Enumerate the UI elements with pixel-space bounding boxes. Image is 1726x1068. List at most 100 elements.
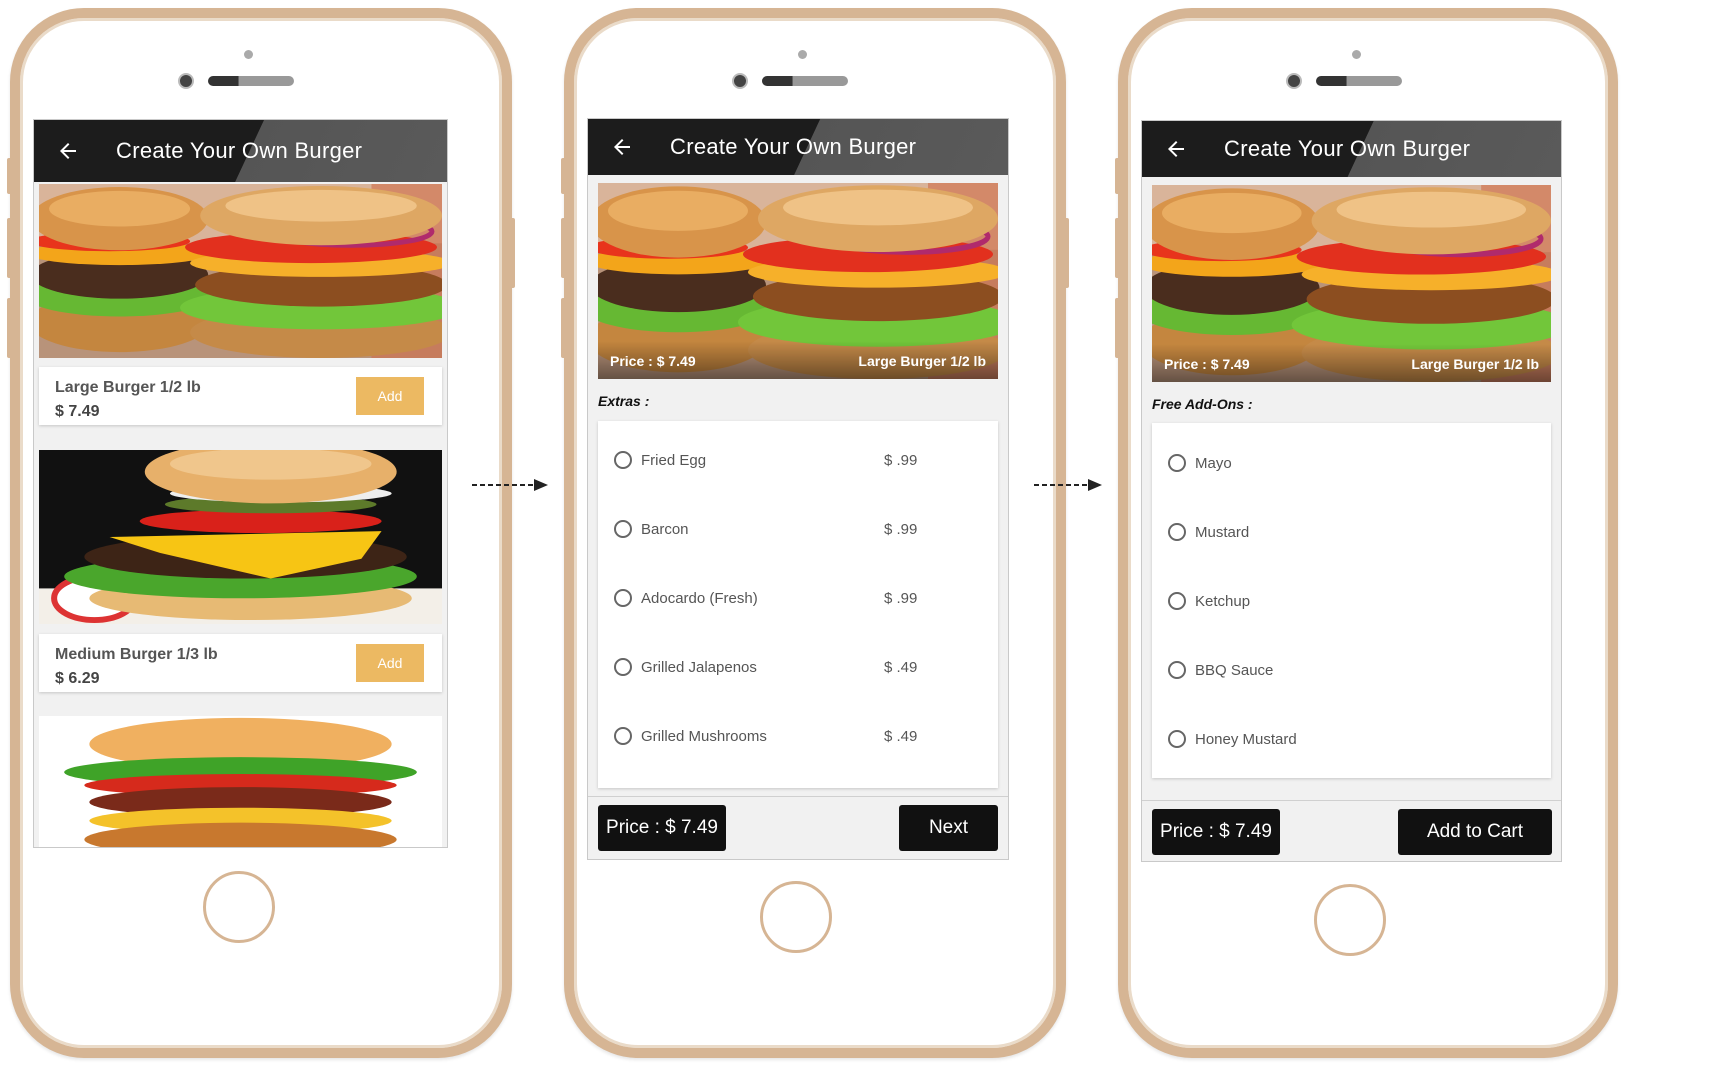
bottom-action-bar: Price : $ 7.49 Add to Cart bbox=[1142, 800, 1561, 861]
addons-options-card: Mayo Mustard Ketchup BBQ Sauce Honey Mus… bbox=[1152, 423, 1551, 778]
radio-unchecked-icon[interactable] bbox=[1168, 454, 1186, 472]
page-title: Create Your Own Burger bbox=[116, 138, 363, 163]
screen-1-menu: Create Your Own Burger Large Burger 1/2 … bbox=[33, 119, 448, 848]
menu-item-price: $ 6.29 bbox=[55, 670, 100, 687]
option-row[interactable]: Barcon $ .99 bbox=[614, 516, 982, 542]
option-label: Honey Mustard bbox=[1195, 730, 1297, 748]
side-button bbox=[510, 218, 515, 288]
option-cost: $ .49 bbox=[884, 658, 918, 676]
option-label: Mustard bbox=[1195, 523, 1250, 541]
radio-unchecked-icon[interactable] bbox=[1168, 730, 1186, 748]
add-button[interactable]: Add bbox=[356, 644, 424, 682]
option-row[interactable]: Grilled Mushrooms $ .49 bbox=[614, 723, 982, 749]
option-label: Barcon bbox=[641, 520, 689, 538]
page-title: Create Your Own Burger bbox=[670, 134, 917, 159]
app-bar: Create Your Own Burger bbox=[588, 119, 1008, 175]
option-label: Ketchup bbox=[1195, 592, 1251, 610]
front-sensor bbox=[798, 50, 807, 59]
side-button bbox=[1115, 298, 1120, 358]
burger-image-medium[interactable] bbox=[39, 450, 442, 624]
radio-unchecked-icon[interactable] bbox=[1168, 592, 1186, 610]
section-label-free-addons: Free Add-Ons : bbox=[1152, 396, 1253, 412]
radio-unchecked-icon[interactable] bbox=[1168, 523, 1186, 541]
earpiece-speaker bbox=[208, 76, 294, 86]
overlay-price: Price : $ 7.49 bbox=[1164, 356, 1250, 372]
option-label: Mayo bbox=[1195, 454, 1232, 472]
option-row[interactable]: Honey Mustard bbox=[1168, 726, 1535, 752]
option-cost: $ .99 bbox=[884, 451, 918, 469]
app-bar: Create Your Own Burger bbox=[1142, 121, 1561, 177]
burger-image-large: Price : $ 7.49 Large Burger 1/2 lb bbox=[1152, 185, 1551, 382]
side-button bbox=[561, 218, 566, 278]
side-button bbox=[561, 298, 566, 358]
side-button bbox=[561, 158, 566, 194]
home-button[interactable] bbox=[1314, 884, 1386, 956]
flow-arrow-icon bbox=[472, 479, 548, 491]
overlay-item-name: Large Burger 1/2 lb bbox=[1411, 356, 1539, 372]
option-row[interactable]: Ketchup bbox=[1168, 588, 1535, 614]
radio-unchecked-icon[interactable] bbox=[1168, 661, 1186, 679]
price-display-button: Price : $ 7.49 bbox=[1152, 809, 1280, 855]
option-row[interactable]: Fried Egg $ .99 bbox=[614, 447, 982, 473]
overlay-price: Price : $ 7.49 bbox=[610, 353, 696, 369]
side-button bbox=[7, 158, 12, 194]
extras-options-card: Fried Egg $ .99 Barcon $ .99 Adocardo (F… bbox=[598, 421, 998, 788]
option-label: Grilled Mushrooms bbox=[641, 727, 767, 745]
image-overlay: Price : $ 7.49 Large Burger 1/2 lb bbox=[1152, 344, 1551, 382]
bottom-action-bar: Price : $ 7.49 Next bbox=[588, 796, 1008, 859]
add-button[interactable]: Add bbox=[356, 377, 424, 415]
home-button[interactable] bbox=[760, 881, 832, 953]
side-button bbox=[7, 218, 12, 278]
menu-item-card: Medium Burger 1/3 lb $ 6.29 Add bbox=[39, 634, 442, 692]
option-row[interactable]: Mustard bbox=[1168, 519, 1535, 545]
front-camera-icon bbox=[732, 73, 748, 89]
back-arrow-icon[interactable] bbox=[610, 135, 634, 159]
front-camera-icon bbox=[178, 73, 194, 89]
screen-3-addons: Create Your Own Burger Price : $ 7.49 La… bbox=[1141, 120, 1562, 862]
option-label: BBQ Sauce bbox=[1195, 661, 1274, 679]
price-display-button: Price : $ 7.49 bbox=[598, 805, 726, 851]
radio-unchecked-icon[interactable] bbox=[614, 589, 632, 607]
option-row[interactable]: Mayo bbox=[1168, 450, 1535, 476]
front-sensor bbox=[1352, 50, 1361, 59]
front-sensor bbox=[244, 50, 253, 59]
add-to-cart-button[interactable]: Add to Cart bbox=[1398, 809, 1552, 855]
menu-item-card: Large Burger 1/2 lb $ 7.49 Add bbox=[39, 367, 442, 425]
option-label: Fried Egg bbox=[641, 451, 707, 469]
page-title: Create Your Own Burger bbox=[1224, 136, 1471, 161]
option-cost: $ .99 bbox=[884, 589, 918, 607]
burger-image-partial[interactable] bbox=[39, 716, 442, 847]
earpiece-speaker bbox=[1316, 76, 1402, 86]
section-label-extras: Extras : bbox=[598, 393, 650, 409]
side-button bbox=[1115, 218, 1120, 278]
earpiece-speaker bbox=[762, 76, 848, 86]
burger-image-large[interactable] bbox=[39, 184, 442, 358]
option-label: Adocardo (Fresh) bbox=[641, 589, 758, 607]
radio-unchecked-icon[interactable] bbox=[614, 451, 632, 469]
radio-unchecked-icon[interactable] bbox=[614, 727, 632, 745]
burger-image-large: Price : $ 7.49 Large Burger 1/2 lb bbox=[598, 183, 998, 379]
menu-item-name: Large Burger 1/2 lb bbox=[55, 379, 201, 396]
option-row[interactable]: Grilled Jalapenos $ .49 bbox=[614, 654, 982, 680]
side-button bbox=[7, 298, 12, 358]
overlay-item-name: Large Burger 1/2 lb bbox=[858, 353, 986, 369]
back-arrow-icon[interactable] bbox=[1164, 137, 1188, 161]
option-row[interactable]: Adocardo (Fresh) $ .99 bbox=[614, 585, 982, 611]
side-button bbox=[1115, 158, 1120, 194]
back-arrow-icon[interactable] bbox=[56, 139, 80, 163]
next-button[interactable]: Next bbox=[899, 805, 998, 851]
app-bar: Create Your Own Burger bbox=[34, 120, 447, 182]
option-cost: $ .49 bbox=[884, 727, 918, 745]
side-button bbox=[1064, 218, 1069, 288]
flow-arrow-icon bbox=[1034, 479, 1102, 491]
option-label: Grilled Jalapenos bbox=[641, 658, 757, 676]
radio-unchecked-icon[interactable] bbox=[614, 658, 632, 676]
home-button[interactable] bbox=[203, 871, 275, 943]
menu-item-name: Medium Burger 1/3 lb bbox=[55, 646, 218, 663]
option-row[interactable]: BBQ Sauce bbox=[1168, 657, 1535, 683]
menu-item-price: $ 7.49 bbox=[55, 403, 100, 420]
image-overlay: Price : $ 7.49 Large Burger 1/2 lb bbox=[598, 341, 998, 379]
screen-2-extras: Create Your Own Burger Price : $ 7.49 La… bbox=[587, 118, 1009, 860]
radio-unchecked-icon[interactable] bbox=[614, 520, 632, 538]
front-camera-icon bbox=[1286, 73, 1302, 89]
